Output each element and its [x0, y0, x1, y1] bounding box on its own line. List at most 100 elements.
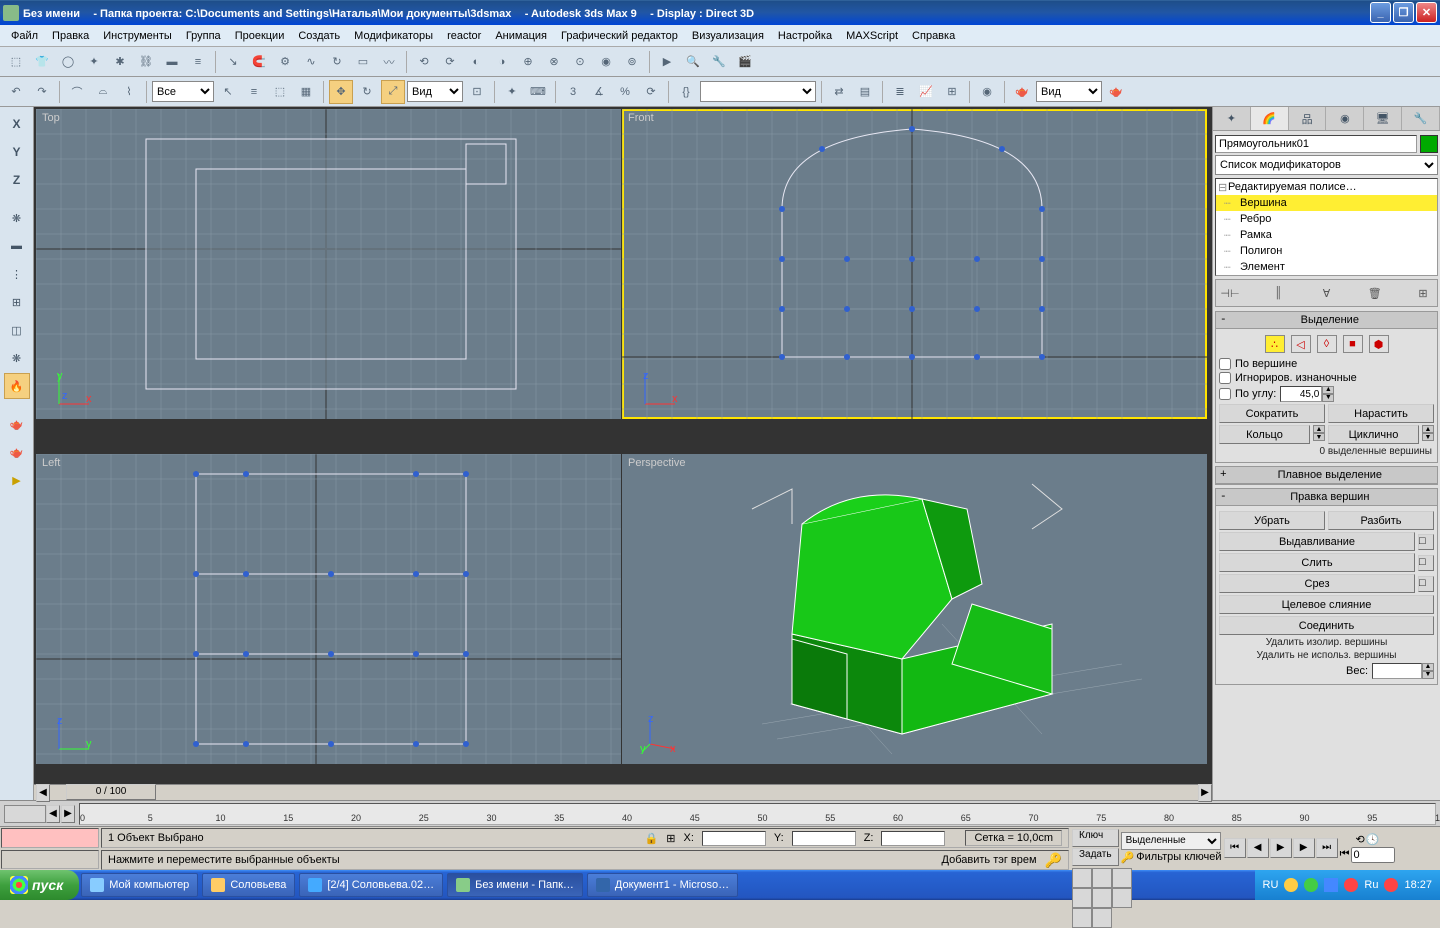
cloth-icon[interactable]: 👕 [30, 50, 54, 74]
layers-icon[interactable]: ≣ [888, 80, 912, 104]
utilities-tab-icon[interactable]: 🔧 [1402, 107, 1440, 130]
render-type-select[interactable]: Вид [1036, 81, 1102, 102]
trackbar-next-icon[interactable]: ▶ [61, 805, 75, 823]
x-input[interactable] [702, 831, 766, 846]
misc-tool-4-icon[interactable]: ⊞ [4, 289, 30, 315]
menu-graph-editors[interactable]: Графический редактор [554, 28, 685, 44]
ref-coord-select[interactable]: Вид [407, 81, 463, 102]
goto-end-icon[interactable]: ⏭ [1316, 838, 1338, 858]
taskbar-item[interactable]: Документ1 - Microso… [587, 873, 738, 897]
object-color-swatch[interactable] [1420, 135, 1438, 153]
car-icon[interactable]: ▬ [160, 50, 184, 74]
constraint2-icon[interactable]: ⟳ [438, 50, 462, 74]
close-button[interactable]: ✕ [1416, 2, 1437, 23]
menu-maxscript[interactable]: MAXScript [839, 28, 905, 44]
analyze-icon[interactable]: 🔍 [681, 50, 705, 74]
frame-input-prev-icon[interactable]: ⏮ [1340, 848, 1350, 861]
modifier-list-select[interactable]: Список модификаторов [1215, 155, 1438, 175]
time-config-icon[interactable]: 🕓 [1366, 833, 1380, 846]
spinner-up-icon[interactable]: ▲ [1313, 425, 1325, 433]
schematic-icon[interactable]: ⊞ [940, 80, 964, 104]
menu-group[interactable]: Группа [179, 28, 228, 44]
configure-sets-icon[interactable]: ⊞ [1412, 283, 1434, 303]
zoom-icon[interactable] [1072, 868, 1092, 888]
spring-icon[interactable]: ∿ [299, 50, 323, 74]
grow-button[interactable]: Нарастить [1328, 404, 1434, 423]
pan-icon[interactable] [1092, 888, 1112, 908]
magnet-icon[interactable]: 🧲 [247, 50, 271, 74]
selection-filter-select[interactable]: Все [152, 81, 214, 102]
show-end-icon[interactable]: ║ [1267, 283, 1289, 303]
extrude-settings-icon[interactable]: □ [1418, 534, 1434, 550]
trackbar-prev-icon[interactable]: ◀ [46, 805, 60, 823]
modifier-stack[interactable]: Редактируемая полисе… Вершина Ребро Рамк… [1215, 178, 1438, 276]
percent-snap-icon[interactable]: % [613, 80, 637, 104]
constraint3-icon[interactable]: ◐ [464, 50, 488, 74]
subobj-polygon-icon[interactable]: ■ [1343, 335, 1363, 353]
lang2-indicator[interactable]: Ru [1364, 879, 1378, 891]
goto-start-icon[interactable]: ⏮ [1224, 838, 1246, 858]
key-mode-icon[interactable]: ⟲ [1356, 833, 1365, 846]
setkey-button[interactable]: Задать [1072, 848, 1119, 866]
modify-tab-icon[interactable]: 🌈 [1251, 107, 1289, 130]
spinner-up-icon[interactable]: ▲ [1422, 663, 1434, 671]
clock[interactable]: 18:27 [1404, 879, 1432, 891]
spinner-up-icon[interactable]: ▲ [1422, 425, 1434, 433]
manipulate-icon[interactable]: ✦ [500, 80, 524, 104]
mod-stack-element[interactable]: Элемент [1216, 259, 1437, 275]
next-frame-icon[interactable]: ▶ [1293, 838, 1315, 858]
lang-indicator[interactable]: RU [1263, 879, 1279, 891]
curve-editor-icon[interactable]: 📈 [914, 80, 938, 104]
align-icon[interactable]: ▤ [853, 80, 877, 104]
selection-rollout-head[interactable]: -Выделение [1216, 312, 1437, 329]
star-icon[interactable]: ✦ [82, 50, 106, 74]
menu-reactor[interactable]: reactor [440, 28, 488, 44]
material-editor-icon[interactable]: ◉ [975, 80, 999, 104]
weight-input[interactable] [1372, 663, 1422, 679]
autokey-button[interactable]: Ключ [1072, 829, 1119, 847]
constraint6-icon[interactable]: ⊗ [542, 50, 566, 74]
mod-stack-root[interactable]: Редактируемая полисе… [1216, 179, 1437, 195]
make-unique-icon[interactable]: ∀ [1316, 283, 1338, 303]
reactor-icon[interactable]: ⬚ [4, 50, 28, 74]
misc-tool-5-icon[interactable]: ◫ [4, 317, 30, 343]
misc-tool-6-icon[interactable]: ❋ [4, 345, 30, 371]
maximize-button[interactable]: ❐ [1393, 2, 1414, 23]
spinner-down-icon[interactable]: ▼ [1422, 433, 1434, 441]
create-tab-icon[interactable]: ✦ [1213, 107, 1251, 130]
remove-iso-button[interactable]: Удалить изолир. вершины [1221, 637, 1432, 648]
menu-create[interactable]: Создать [291, 28, 347, 44]
add-time-tag[interactable]: Добавить тэг врем [942, 854, 1037, 866]
constraint4-icon[interactable]: ◑ [490, 50, 514, 74]
transform-type-icon[interactable]: ⊞ [666, 832, 675, 845]
shrink-button[interactable]: Сократить [1219, 404, 1325, 423]
z-input[interactable] [881, 831, 945, 846]
key-icon[interactable]: 🔑 [1045, 852, 1062, 869]
connect-button[interactable]: Соединить [1219, 616, 1434, 635]
zoom-all-icon[interactable] [1092, 868, 1112, 888]
wind-icon[interactable]: ↘ [221, 50, 245, 74]
mirror-icon[interactable]: ⇄ [827, 80, 851, 104]
move-icon[interactable]: ✥ [329, 80, 353, 104]
subobj-vertex-icon[interactable]: ∴ [1265, 335, 1285, 353]
menu-rendering[interactable]: Визуализация [685, 28, 771, 44]
misc-tool-3-icon[interactable]: ⋮ [4, 261, 30, 287]
axis-x-button[interactable]: X [4, 111, 30, 137]
by-angle-check[interactable] [1219, 388, 1231, 400]
pin-stack-icon[interactable]: ⊣⊢ [1219, 283, 1241, 303]
taskbar-item[interactable]: [2/4] Соловьева.02… [299, 873, 443, 897]
mod-stack-edge[interactable]: Ребро [1216, 211, 1437, 227]
constraint7-icon[interactable]: ⊙ [568, 50, 592, 74]
stack-icon[interactable]: ≡ [186, 50, 210, 74]
water-icon[interactable]: 〰 [377, 50, 401, 74]
subobj-element-icon[interactable]: ⬢ [1369, 335, 1389, 353]
mod-stack-border[interactable]: Рамка [1216, 227, 1437, 243]
nav-extra-icon[interactable] [1092, 908, 1112, 928]
taskbar-item[interactable]: Мой компьютер [81, 873, 198, 897]
select-region-icon[interactable]: ⬚ [268, 80, 292, 104]
mod-stack-polygon[interactable]: Полигон [1216, 243, 1437, 259]
maximize-viewport-icon[interactable] [1072, 908, 1092, 928]
object-name-input[interactable] [1215, 135, 1417, 153]
start-button[interactable]: пуск [0, 870, 79, 900]
y-input[interactable] [792, 831, 856, 846]
